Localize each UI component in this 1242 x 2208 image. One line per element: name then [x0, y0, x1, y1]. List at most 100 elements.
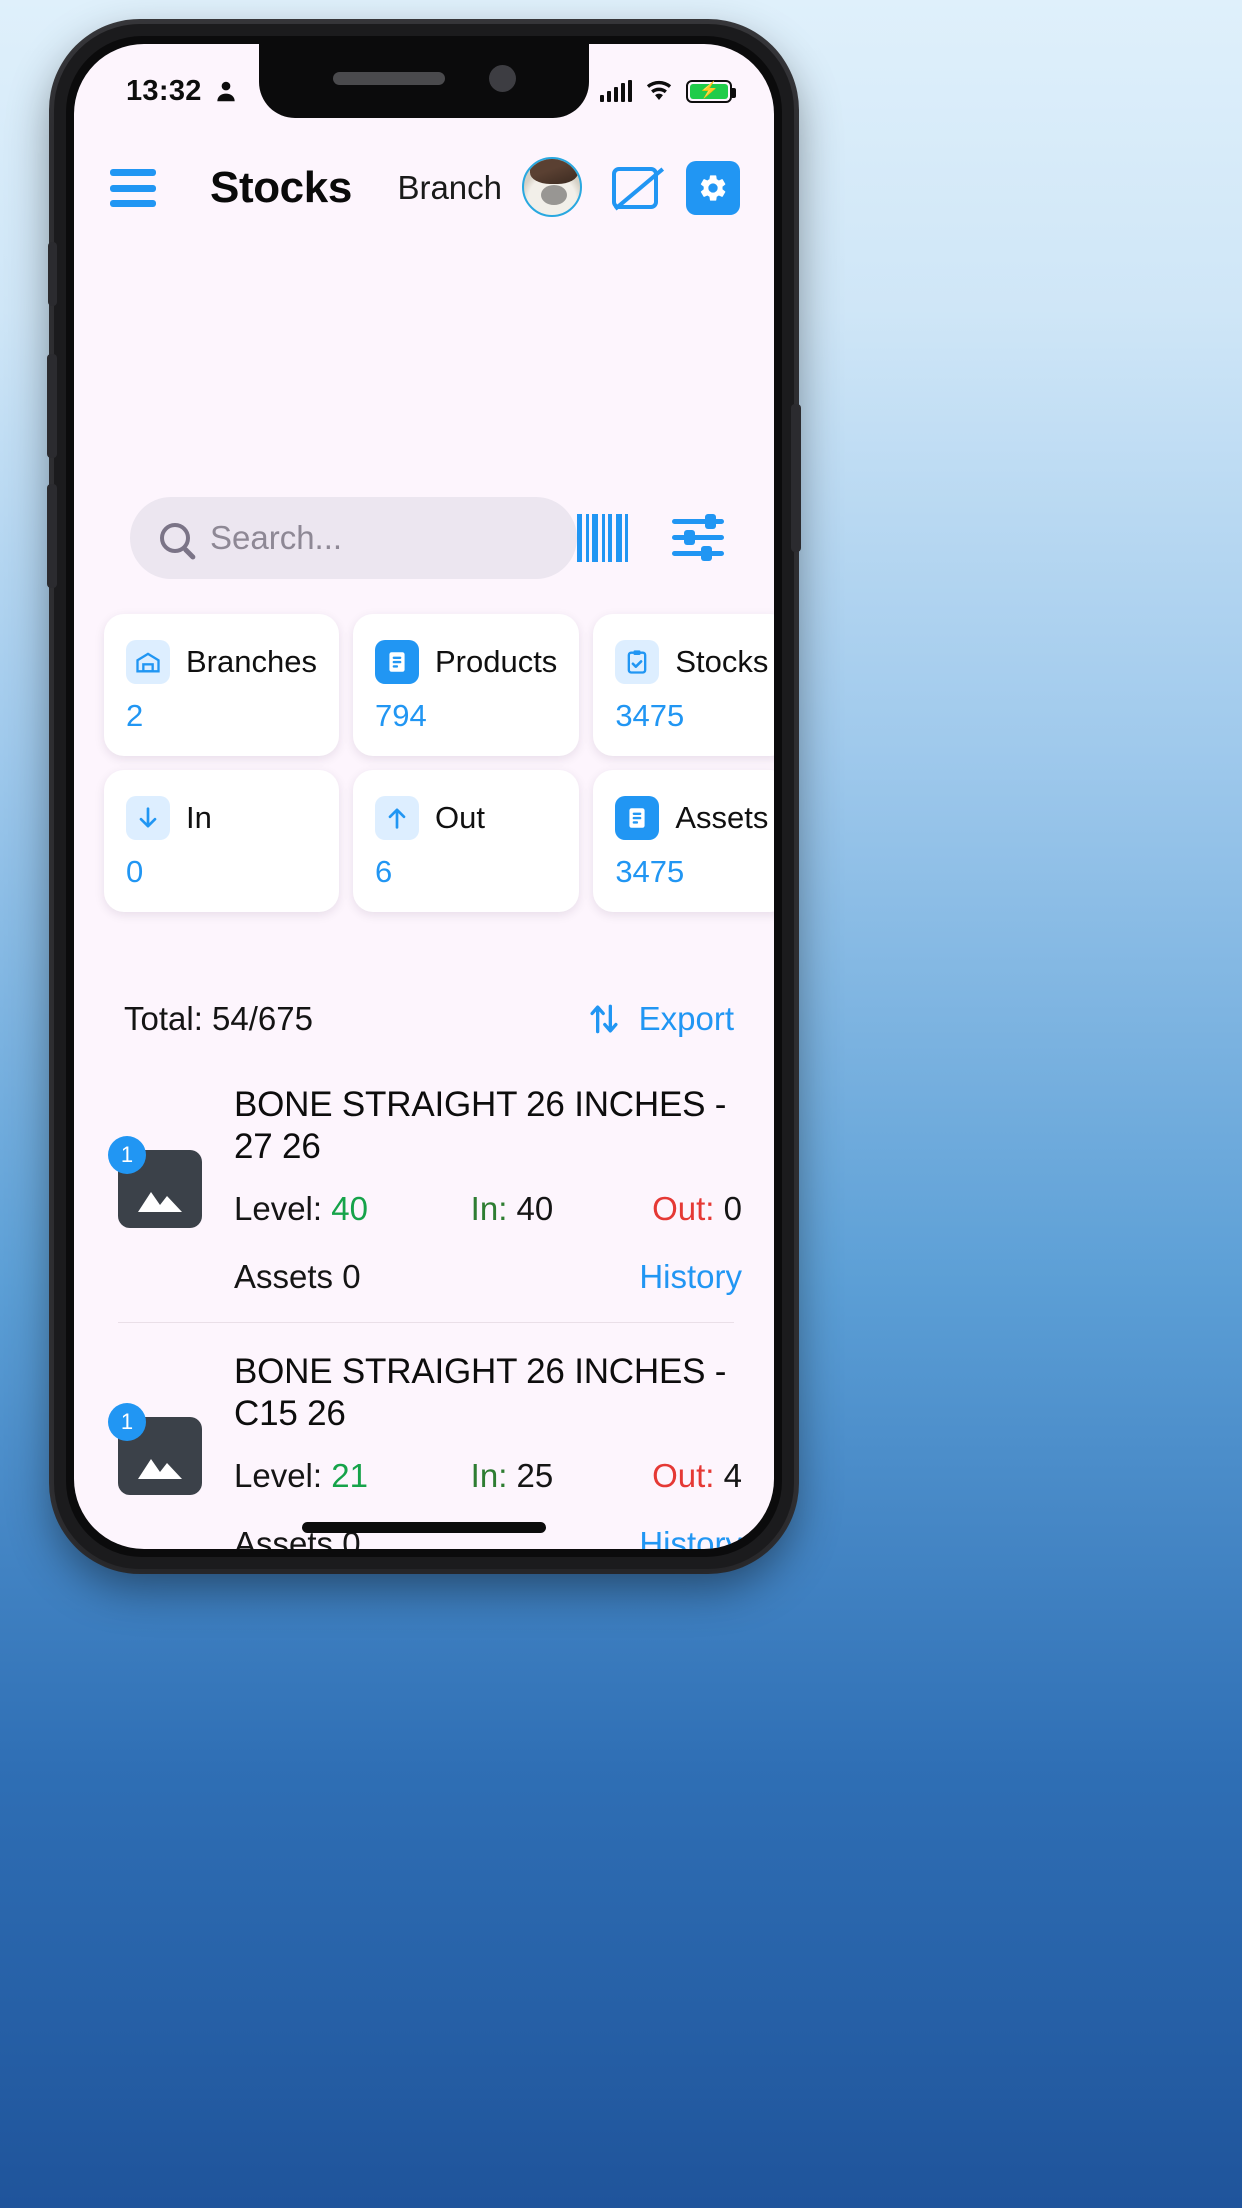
document-icon — [615, 796, 660, 840]
stat-label: Assets — [675, 800, 769, 835]
phone-frame: 13:32 ⚡ Stocks Branch Search... Branches… — [47, 24, 801, 1569]
avatar-image — [522, 157, 582, 217]
volume-up-button[interactable] — [47, 354, 57, 458]
stat-card-header: Assets — [615, 796, 768, 840]
battery-charging-icon: ⚡ — [686, 79, 736, 103]
stat-value: 794 — [374, 698, 427, 733]
stat-label: Stocks — [675, 644, 769, 679]
stat-value: 3475 — [615, 698, 685, 733]
table-row[interactable]: 1 BONE STRAIGHT 26 INCHES - 27 26 Level:… — [74, 1056, 774, 1296]
stat-card-stocks[interactable]: Stocks 3475 — [593, 614, 774, 756]
document-icon — [374, 640, 419, 684]
gear-icon — [700, 175, 726, 201]
stat-card-header: Out — [374, 796, 557, 840]
stat-card-in[interactable]: In 0 — [104, 770, 339, 912]
stat-label: In — [186, 800, 212, 835]
stat-card-header: In — [126, 796, 317, 840]
settings-button[interactable] — [686, 161, 740, 215]
out-value: 4 — [723, 1457, 742, 1494]
page-title: Stocks — [210, 163, 352, 212]
export-button[interactable]: Export — [585, 998, 734, 1040]
product-metrics: Level: 40 In: 40 Out: 0 — [234, 1190, 742, 1228]
out-label: Out: — [652, 1190, 715, 1227]
stat-card-branches[interactable]: Branches 2 — [104, 614, 339, 756]
assets-label: Assets — [234, 1258, 334, 1295]
out-label: Out: — [652, 1457, 715, 1494]
phone-screen: 13:32 ⚡ Stocks Branch Search... Branches… — [74, 44, 774, 1549]
in-label: In: — [470, 1457, 508, 1494]
in-label: In: — [470, 1190, 508, 1227]
product-body: BONE STRAIGHT 26 INCHES - 27 26 Level: 4… — [234, 1084, 742, 1296]
in-value: 25 — [516, 1457, 554, 1494]
search-box[interactable] — [130, 497, 577, 579]
header-actions: Branch — [397, 157, 740, 219]
volume-down-button[interactable] — [47, 484, 57, 588]
in-metric: In: 40 — [471, 1190, 652, 1228]
in-value: 40 — [516, 1190, 554, 1227]
stat-value: 0 — [126, 854, 144, 889]
filter-sliders-icon[interactable] — [672, 514, 724, 561]
signal-bars-icon — [599, 80, 632, 102]
wifi-icon — [646, 80, 672, 100]
search-input[interactable] — [210, 519, 547, 557]
mute-switch[interactable] — [48, 242, 57, 306]
stats-grid: Branches 2 Products 794 Stocks 3475 In 0… — [74, 614, 774, 912]
total-count: Total: 54/675 — [124, 1000, 313, 1037]
sort-arrows-icon — [590, 1004, 618, 1034]
product-metrics: Level: 21 In: 25 Out: 4 — [234, 1457, 742, 1495]
stat-card-products[interactable]: Products 794 — [352, 614, 580, 756]
search-icon — [160, 523, 190, 553]
warehouse-icon — [126, 640, 170, 684]
person-icon — [217, 81, 235, 101]
stat-value: 2 — [126, 698, 144, 733]
barcode-icon[interactable] — [577, 514, 628, 562]
export-label: Export — [638, 1000, 734, 1037]
image-off-button[interactable] — [608, 161, 662, 215]
assets-metric: Assets 0 — [234, 1258, 361, 1296]
product-title: BONE STRAIGHT 26 INCHES - 27 26 — [234, 1085, 727, 1166]
product-title: BONE STRAIGHT 26 INCHES - C15 26 — [234, 1352, 727, 1433]
home-indicator[interactable] — [302, 1522, 546, 1533]
product-body: BONE STRAIGHT 26 INCHES - C15 26 Level: … — [234, 1351, 742, 1549]
branch-label[interactable]: Branch — [397, 169, 502, 207]
stat-card-header: Products — [374, 640, 558, 684]
level-value: 40 — [331, 1190, 368, 1227]
hamburger-menu-icon[interactable] — [110, 169, 156, 207]
app-header: Stocks Branch — [74, 140, 774, 236]
status-bar-right: ⚡ — [599, 79, 736, 103]
in-metric: In: 25 — [471, 1457, 652, 1495]
arrow-up-icon — [374, 796, 419, 840]
product-thumbnail: 1 — [108, 1403, 210, 1495]
level-label: Level: — [234, 1457, 323, 1494]
out-metric: Out: 0 — [652, 1190, 742, 1228]
out-metric: Out: 4 — [652, 1457, 742, 1495]
avatar[interactable] — [522, 157, 584, 219]
search-actions — [577, 514, 738, 562]
level-metric: Level: 21 — [234, 1457, 471, 1495]
charging-bolt-icon: ⚡ — [699, 82, 719, 99]
phone-bezel: 13:32 ⚡ Stocks Branch Search... Branches… — [66, 36, 782, 1557]
earpiece-speaker — [332, 71, 445, 85]
quantity-badge: 1 — [108, 1136, 146, 1174]
table-row[interactable]: 1 BONE STRAIGHT 26 INCHES - C15 26 Level… — [74, 1323, 774, 1549]
level-value: 21 — [331, 1457, 368, 1494]
stat-value: 6 — [374, 854, 393, 889]
totals-row: Total: 54/675 Export — [74, 984, 774, 1054]
product-footer: Assets 0 History — [234, 1258, 742, 1296]
clipboard-check-icon — [615, 640, 660, 684]
stat-card-header: Stocks — [615, 640, 768, 684]
stat-label: Out — [434, 800, 485, 835]
stat-card-out[interactable]: Out 6 — [352, 770, 580, 912]
level-metric: Level: 40 — [234, 1190, 471, 1228]
stat-label: Products — [434, 644, 558, 679]
power-button[interactable] — [791, 404, 801, 552]
assets-value: 0 — [342, 1258, 361, 1295]
product-list[interactable]: 1 BONE STRAIGHT 26 INCHES - 27 26 Level:… — [74, 1056, 774, 1549]
history-link[interactable]: History — [639, 1258, 742, 1296]
quantity-badge: 1 — [108, 1403, 146, 1441]
product-thumbnail: 1 — [108, 1136, 210, 1228]
image-off-icon — [612, 167, 658, 209]
stat-value: 3475 — [615, 854, 685, 889]
history-link[interactable]: History — [639, 1525, 742, 1549]
stat-card-assets[interactable]: Assets 3475 — [593, 770, 774, 912]
